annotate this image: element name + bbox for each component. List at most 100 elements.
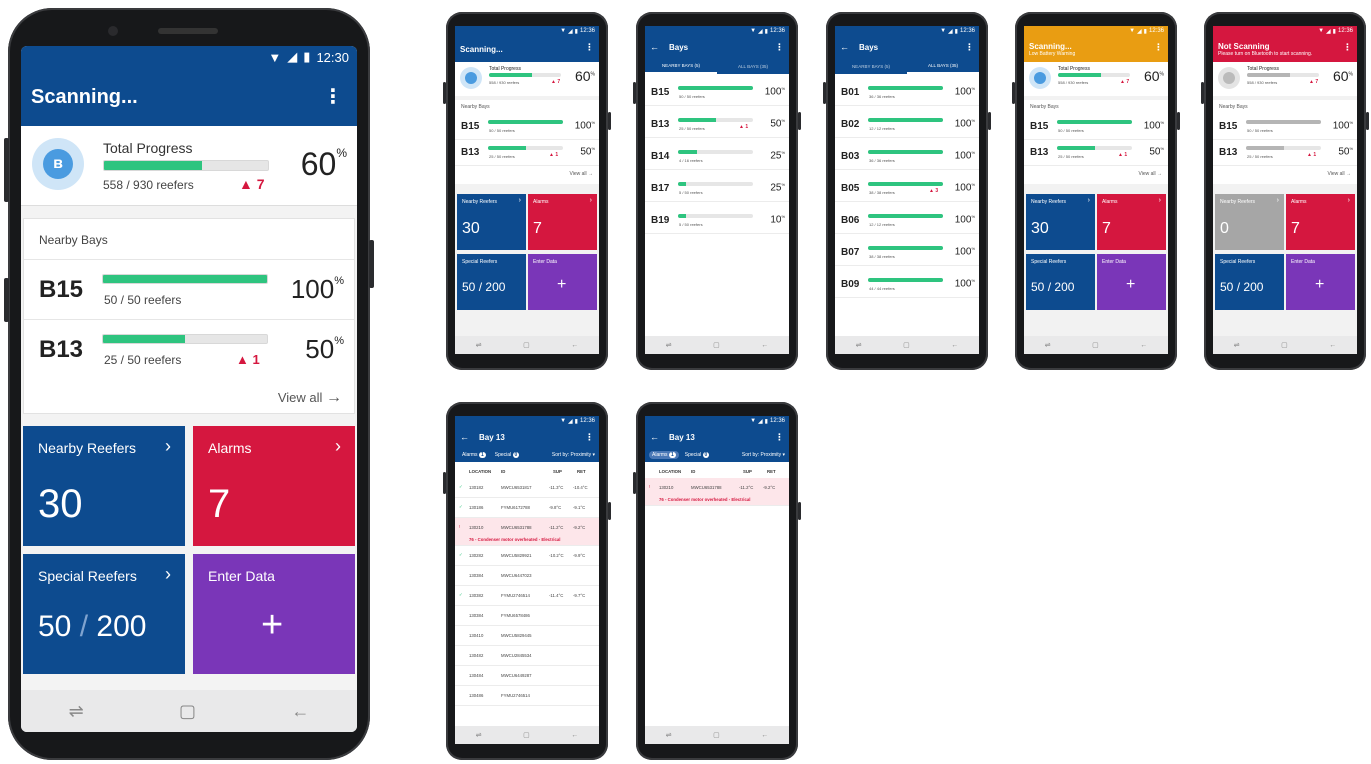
home-icon[interactable]: ▢ bbox=[713, 341, 720, 349]
menu-dots-icon[interactable]: ⋮ bbox=[775, 432, 784, 443]
table-row[interactable]: ✓ 130282 MWCU5829921 -10.2°C -9.9°C bbox=[455, 546, 599, 566]
bay-row[interactable]: B15 50 / 50 reefers 100% bbox=[455, 114, 599, 140]
back-nav-icon[interactable]: ← bbox=[1329, 342, 1336, 349]
menu-dots-icon[interactable]: ⋮ bbox=[585, 432, 594, 443]
special-filter-chip[interactable]: Special 0 bbox=[495, 452, 520, 458]
bay-row[interactable]: B06 12 / 12 reefers 100% bbox=[835, 208, 979, 234]
menu-dots-icon[interactable]: ⋮ bbox=[775, 42, 784, 53]
home-icon[interactable]: ▢ bbox=[1092, 341, 1099, 349]
table-row[interactable]: ✓ 130186 FYMU6172788 -9.8°C -9.1°C bbox=[455, 498, 599, 518]
menu-dots-icon[interactable]: ⋮ bbox=[1154, 42, 1163, 53]
back-nav-icon[interactable]: ← bbox=[291, 701, 309, 722]
recent-apps-icon[interactable]: ⇌ bbox=[856, 341, 862, 349]
table-row[interactable]: 130410 MWCU5829445 bbox=[455, 626, 599, 646]
bay-row[interactable]: B13 25 / 50 reefers ▲ 1 50% bbox=[24, 319, 354, 379]
table-row[interactable]: ! 130210 MWCU6531788 -11.2°C -9.2°C 76 -… bbox=[645, 478, 789, 506]
view-all-link[interactable]: View all → bbox=[569, 171, 593, 177]
enter-data-tile[interactable]: Enter Data + bbox=[1286, 254, 1355, 310]
home-icon[interactable]: ▢ bbox=[713, 731, 720, 739]
table-row[interactable]: 130486 FYMU2746514 bbox=[455, 686, 599, 706]
table-row[interactable]: 130384 FYMU6578486 bbox=[455, 606, 599, 626]
recent-apps-icon[interactable]: ⇌ bbox=[666, 731, 672, 739]
alarms-tile[interactable]: Alarms › 7 bbox=[1286, 194, 1355, 250]
recent-apps-icon[interactable]: ⇌ bbox=[69, 701, 84, 722]
special-reefers-tile[interactable]: Special Reefers › 50 / 200 bbox=[23, 554, 185, 674]
table-row[interactable]: ✓ 130382 FYMU2746514 -11.4°C -9.7°C bbox=[455, 586, 599, 606]
view-all-link[interactable]: View all → bbox=[1138, 171, 1162, 177]
bay-name: B15 bbox=[1030, 121, 1049, 132]
bay-row[interactable]: B15 50 / 50 reefers 100% bbox=[24, 259, 354, 319]
special-reefers-tile[interactable]: Special Reefers 50 / 200 bbox=[1215, 254, 1284, 310]
alarms-filter-chip[interactable]: Alarms 1 bbox=[459, 451, 489, 459]
home-icon[interactable]: ▢ bbox=[523, 341, 530, 349]
bay-row[interactable]: B13 25 / 50 reefers ▲ 1 50% bbox=[1024, 140, 1168, 166]
alarms-tile[interactable]: Alarms › 7 bbox=[193, 426, 355, 546]
enter-data-tile[interactable]: Enter Data + bbox=[1097, 254, 1166, 310]
recent-apps-icon[interactable]: ⇌ bbox=[476, 341, 482, 349]
nearby-reefers-tile[interactable]: Nearby Reefers › 30 bbox=[457, 194, 526, 250]
bay-row[interactable]: B15 50 / 50 reefers 100% bbox=[1213, 114, 1357, 140]
recent-apps-icon[interactable]: ⇌ bbox=[1234, 341, 1240, 349]
tab-nearby-bays[interactable]: NEARBY BAYS (5) bbox=[645, 58, 717, 74]
menu-dots-icon[interactable]: ⋮ bbox=[585, 42, 594, 53]
home-icon[interactable]: ▢ bbox=[1281, 341, 1288, 349]
nearby-reefers-tile[interactable]: Nearby Reefers › 0 bbox=[1215, 194, 1284, 250]
recent-apps-icon[interactable]: ⇌ bbox=[476, 731, 482, 739]
table-row[interactable]: 130482 MWCU2845534 bbox=[455, 646, 599, 666]
bay-row[interactable]: B15 50 / 50 reefers 100% bbox=[1024, 114, 1168, 140]
bay-row[interactable]: B17 5 / 50 reefers 25% bbox=[645, 176, 789, 202]
menu-dots-icon[interactable]: ⋮ bbox=[965, 42, 974, 53]
table-row[interactable]: 130484 MWCU6449287 bbox=[455, 666, 599, 686]
back-nav-icon[interactable]: ← bbox=[571, 342, 578, 349]
tab-all-bays[interactable]: ALL BAYS (35) bbox=[907, 58, 979, 74]
tab-nearby-bays[interactable]: NEARBY BAYS (5) bbox=[835, 58, 907, 74]
back-arrow-icon[interactable]: ← bbox=[650, 432, 659, 442]
menu-dots-icon[interactable]: ⋮ bbox=[323, 84, 343, 109]
home-icon[interactable]: ▢ bbox=[179, 701, 196, 722]
tab-all-bays[interactable]: ALL BAYS (35) bbox=[717, 58, 789, 74]
back-nav-icon[interactable]: ← bbox=[951, 342, 958, 349]
bay-row[interactable]: B13 25 / 50 reefers ▲ 1 50% bbox=[455, 140, 599, 166]
menu-dots-icon[interactable]: ⋮ bbox=[1343, 42, 1352, 53]
back-nav-icon[interactable]: ← bbox=[761, 732, 768, 739]
table-row[interactable]: 130384 MWCU6447023 bbox=[455, 566, 599, 586]
back-arrow-icon[interactable]: ← bbox=[840, 42, 849, 52]
bay-row[interactable]: B07 38 / 38 reefers 100% bbox=[835, 240, 979, 266]
alarms-tile[interactable]: Alarms › 7 bbox=[1097, 194, 1166, 250]
bay-row[interactable]: B03 36 / 36 reefers 100% bbox=[835, 144, 979, 170]
bay-row[interactable]: B02 12 / 12 reefers 100% bbox=[835, 112, 979, 138]
table-row[interactable]: ✓ 130182 MWCU6531817 -11.3°C -10.4°C bbox=[455, 478, 599, 498]
special-reefers-tile[interactable]: Special Reefers 50 / 200 bbox=[457, 254, 526, 310]
bay-row[interactable]: B14 4 / 16 reefers 25% bbox=[645, 144, 789, 170]
recent-apps-icon[interactable]: ⇌ bbox=[666, 341, 672, 349]
back-nav-icon[interactable]: ← bbox=[1140, 342, 1147, 349]
view-all-link[interactable]: View all → bbox=[278, 389, 342, 407]
back-arrow-icon[interactable]: ← bbox=[650, 42, 659, 52]
home-icon[interactable]: ▢ bbox=[523, 731, 530, 739]
wifi-icon: ▼ bbox=[560, 28, 567, 34]
sort-dropdown[interactable]: Sort by: Proximity ▾ bbox=[742, 452, 785, 458]
view-all-link[interactable]: View all → bbox=[1327, 171, 1351, 177]
bay-row[interactable]: B13 25 / 50 reefers ▲ 1 50% bbox=[645, 112, 789, 138]
table-row[interactable]: ! 130210 MWCU6531788 -11.2°C -9.2°C 76 -… bbox=[455, 518, 599, 546]
alarms-tile[interactable]: Alarms › 7 bbox=[528, 194, 597, 250]
enter-data-tile[interactable]: Enter Data + bbox=[193, 554, 355, 674]
sort-dropdown[interactable]: Sort by: Proximity ▾ bbox=[552, 452, 595, 458]
alarms-filter-chip[interactable]: Alarms 1 bbox=[649, 451, 679, 459]
bay-row[interactable]: B13 25 / 50 reefers ▲ 1 50% bbox=[1213, 140, 1357, 166]
nearby-reefers-tile[interactable]: Nearby Reefers › 30 bbox=[23, 426, 185, 546]
special-filter-chip[interactable]: Special 0 bbox=[685, 452, 710, 458]
nearby-reefers-tile[interactable]: Nearby Reefers › 30 bbox=[1026, 194, 1095, 250]
bay-row[interactable]: B05 38 / 38 reefers ▲ 3 100% bbox=[835, 176, 979, 202]
bay-row[interactable]: B01 36 / 36 reefers 100% bbox=[835, 80, 979, 106]
back-nav-icon[interactable]: ← bbox=[571, 732, 578, 739]
special-reefers-tile[interactable]: Special Reefers 50 / 200 bbox=[1026, 254, 1095, 310]
recent-apps-icon[interactable]: ⇌ bbox=[1045, 341, 1051, 349]
back-nav-icon[interactable]: ← bbox=[761, 342, 768, 349]
back-arrow-icon[interactable]: ← bbox=[460, 432, 469, 442]
home-icon[interactable]: ▢ bbox=[903, 341, 910, 349]
enter-data-tile[interactable]: Enter Data + bbox=[528, 254, 597, 310]
bay-row[interactable]: B15 50 / 50 reefers 100% bbox=[645, 80, 789, 106]
bay-row[interactable]: B19 5 / 50 reefers 10% bbox=[645, 208, 789, 234]
bay-row[interactable]: B09 44 / 44 reefers 100% bbox=[835, 272, 979, 298]
